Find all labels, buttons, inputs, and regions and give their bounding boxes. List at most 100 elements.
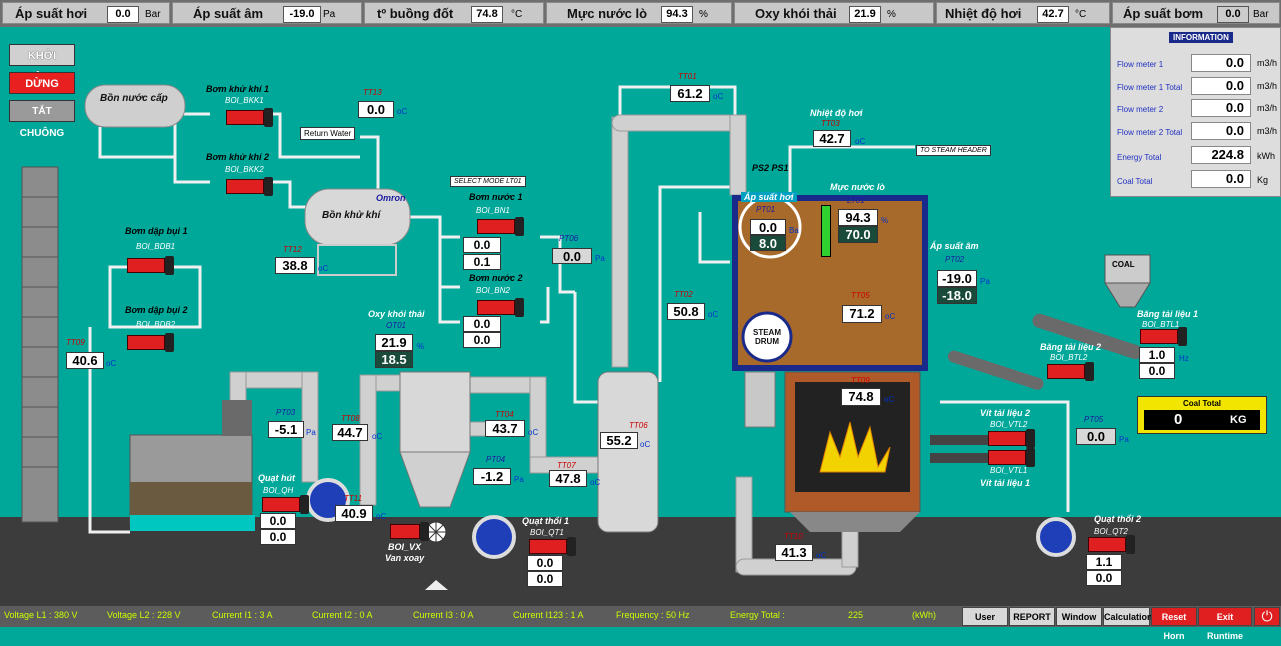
bn2-motor[interactable]: [477, 298, 524, 317]
tt12-tag: TT12: [283, 245, 302, 254]
bdb1-motor[interactable]: [127, 256, 174, 275]
pt06-tag: PT06: [559, 234, 579, 243]
tt10-unit: oC: [816, 551, 827, 560]
tt08-tag: TT08: [341, 414, 360, 423]
bn1-name: Bơm nước 1: [469, 192, 523, 202]
btl2-motor[interactable]: [1047, 362, 1094, 381]
current-i123: Current I123 : 1 A: [513, 610, 584, 620]
bkk2-name: Bơm khử khí 2: [206, 152, 269, 162]
info-value-flow2-total: 0.0: [1191, 122, 1251, 140]
tt01-value: 61.2: [670, 85, 710, 102]
tt09b-unit: oC: [884, 395, 895, 404]
tt06-value: 55.2: [600, 432, 638, 449]
tt11-unit: oC: [376, 512, 387, 521]
tt04-tag: TT04: [495, 410, 514, 419]
power-icon[interactable]: ⏻: [1254, 607, 1280, 626]
pt05-unit: Pa: [1119, 435, 1129, 444]
blower-fan-1: [472, 515, 516, 559]
pt04-value: -1.2: [473, 468, 511, 485]
bdb2-motor[interactable]: [127, 333, 174, 352]
vtl1-motor[interactable]: [988, 448, 1035, 467]
current-i3: Current I3 : 0 A: [413, 610, 474, 620]
oxy-sensor-value-1: 21.9: [375, 334, 413, 351]
tt13-unit: oC: [397, 107, 408, 116]
tt07-value: 47.8: [549, 470, 587, 487]
tt05-tag: TT05: [851, 291, 870, 300]
steam-pressure-value: 0.0: [107, 6, 139, 23]
bkk2-motor[interactable]: [226, 177, 273, 196]
pt05-tag: PT05: [1084, 415, 1104, 424]
vtl2-motor[interactable]: [988, 429, 1035, 448]
negative-pressure-label: Áp suất âm: [193, 6, 264, 21]
tt13-value: 0.0: [358, 101, 394, 118]
water-level-cell: Mực nước lò 94.3 %: [546, 2, 732, 24]
current-i2: Current I2 : 0 A: [312, 610, 373, 620]
ash-hopper: [790, 512, 920, 532]
level-gauge: [821, 205, 831, 257]
qh-motor[interactable]: [262, 495, 309, 514]
vtl1-tag: BOI_VTL1: [990, 466, 1028, 475]
tt12-unit: oC: [318, 264, 329, 273]
btl1-unit: Hz: [1179, 354, 1189, 363]
reset-horn-button[interactable]: Reset Horn: [1151, 607, 1197, 641]
window-button[interactable]: Window: [1056, 607, 1102, 626]
oxy-unit: %: [887, 9, 896, 20]
tt11-value: 40.9: [335, 505, 373, 522]
cyclone: [744, 371, 776, 428]
info-value-flow2: 0.0: [1191, 99, 1251, 117]
pt02-tag: PT02: [945, 255, 965, 264]
economizer: [597, 371, 659, 533]
coal-total-title: Coal Total: [1182, 399, 1222, 408]
steam-temp-sensor-label: Nhiệt độ hơi: [810, 108, 863, 118]
bn2-value-1: 0.0: [463, 316, 501, 332]
info-title: INFORMATION: [1169, 32, 1233, 43]
bag-filter: [399, 371, 471, 453]
user-button[interactable]: User: [962, 607, 1008, 626]
dust-tank-stack: [222, 400, 252, 436]
qt2-motor[interactable]: [1088, 535, 1135, 554]
bn2-value-2: 0.0: [463, 332, 501, 348]
negative-pressure-value: -19.0: [283, 6, 321, 23]
information-panel: INFORMATION Flow meter 1 0.0 m3/h Flow m…: [1110, 27, 1281, 197]
btl1-tag: BOI_BTL1: [1142, 320, 1180, 329]
info-unit-flow1-total: m3/h: [1257, 81, 1278, 91]
bn1-motor[interactable]: [477, 217, 524, 236]
qt1-tag: BOI_QT1: [530, 528, 564, 537]
btl1-motor[interactable]: [1140, 327, 1187, 346]
tt01-tag: TT01: [678, 72, 697, 81]
lt01-tag: LT01: [847, 196, 865, 205]
qt2-value-2: 0.0: [1086, 570, 1122, 586]
bn1-tag: BOI_BN1: [476, 206, 510, 215]
pt01-value-1: 0.0: [750, 219, 786, 235]
btl1-value-2: 0.0: [1139, 363, 1175, 379]
qt1-motor[interactable]: [529, 537, 576, 556]
calculation-button[interactable]: Calculation: [1103, 607, 1153, 626]
tt05-unit: oC: [885, 312, 896, 321]
select-mode-button[interactable]: SELECT MODE LT01: [450, 176, 526, 187]
feed-tank-label: Bồn nước cấp: [100, 93, 168, 104]
exit-runtime-button[interactable]: Exit Runtime: [1198, 607, 1252, 641]
chamber-temp-unit: °C: [511, 9, 523, 20]
bkk2-tag: BOI_BKK2: [225, 165, 264, 174]
bkk1-motor[interactable]: [226, 108, 273, 127]
btl1-name: Băng tải liệu 1: [1137, 309, 1199, 319]
conveyor-1: [1032, 313, 1143, 360]
bn2-name: Bơm nước 2: [469, 273, 523, 283]
bn2-tag: BOI_BN2: [476, 286, 510, 295]
coal-label: COAL: [1112, 260, 1135, 269]
bn1-value-2: 0.1: [463, 254, 501, 270]
coal-total-box: Coal Total 0 KG: [1137, 396, 1267, 434]
water-level-value: 94.3: [661, 6, 693, 23]
report-button[interactable]: REPORT: [1009, 607, 1055, 626]
pump-pressure-unit: Bar: [1253, 9, 1269, 20]
rotary-valve-motor[interactable]: [390, 522, 429, 541]
info-unit-energy: kWh: [1257, 151, 1275, 161]
omron-label: Omron: [376, 193, 406, 203]
bn1-value-1: 0.0: [463, 237, 501, 253]
rotary-valve-tag: BOI_VX: [388, 542, 422, 552]
ps-switch-label: PS2 PS1: [752, 163, 789, 173]
tt05-value: 71.2: [842, 305, 882, 323]
top-status-bar: Áp suất hơi 0.0 Bar Áp suất âm -19.0 Pa …: [0, 0, 1281, 27]
rotary-valve-spokes: [426, 522, 446, 542]
tt08-value: 44.7: [332, 424, 368, 441]
